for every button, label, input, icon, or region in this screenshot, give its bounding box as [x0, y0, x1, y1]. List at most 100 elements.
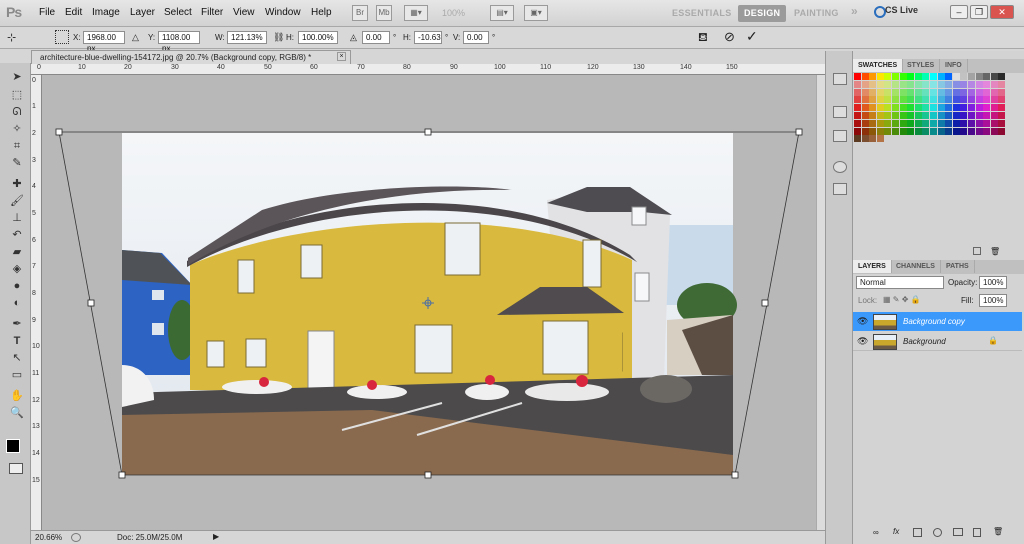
- color-swatch[interactable]: [861, 73, 869, 80]
- marquee-tool-icon[interactable]: ⬚: [9, 87, 25, 103]
- color-swatch[interactable]: [968, 96, 975, 104]
- color-swatch[interactable]: [899, 112, 907, 119]
- width-field[interactable]: 121.13%: [227, 31, 267, 44]
- restore-button[interactable]: ❐: [970, 5, 988, 19]
- visibility-eye-icon[interactable]: 👁: [857, 336, 868, 347]
- color-swatch[interactable]: [975, 127, 983, 135]
- adjustments-panel-icon[interactable]: [833, 161, 847, 173]
- color-swatch[interactable]: [960, 119, 968, 127]
- workspace-design[interactable]: DESIGN: [738, 5, 787, 22]
- x-field[interactable]: 1968.00 px: [83, 31, 125, 53]
- color-swatch[interactable]: [960, 96, 968, 104]
- rotate-field[interactable]: 0.00: [362, 31, 390, 44]
- color-swatch[interactable]: [968, 80, 975, 88]
- color-swatch[interactable]: [861, 119, 869, 127]
- color-swatch[interactable]: [945, 88, 953, 96]
- color-swatch[interactable]: [930, 127, 937, 135]
- clone-stamp-tool-icon[interactable]: ⊥: [9, 210, 25, 226]
- color-swatch[interactable]: [869, 73, 877, 80]
- actions-panel-icon[interactable]: [833, 106, 847, 118]
- color-swatch[interactable]: [899, 127, 907, 135]
- menu-window[interactable]: Window: [265, 7, 301, 18]
- delete-layer-icon[interactable]: 🗑: [993, 527, 1003, 536]
- color-swatch[interactable]: [930, 73, 937, 80]
- color-swatch[interactable]: [884, 88, 892, 96]
- transform-handle-top-left[interactable]: [55, 128, 63, 136]
- color-swatch[interactable]: [983, 127, 991, 135]
- quick-mask-icon[interactable]: [9, 463, 23, 474]
- color-swatch[interactable]: [922, 88, 930, 96]
- color-swatch[interactable]: [869, 80, 877, 88]
- color-swatch[interactable]: [990, 80, 998, 88]
- menu-layer[interactable]: Layer: [130, 7, 155, 18]
- color-swatch[interactable]: [937, 80, 945, 88]
- color-swatch[interactable]: [945, 96, 953, 104]
- eraser-tool-icon[interactable]: ▰: [9, 244, 25, 260]
- color-swatch[interactable]: [907, 127, 915, 135]
- color-swatch[interactable]: [998, 127, 1006, 135]
- history-brush-tool-icon[interactable]: ↶: [9, 227, 25, 243]
- color-swatch[interactable]: [975, 104, 983, 112]
- transform-handle-top[interactable]: [424, 128, 432, 136]
- color-swatch[interactable]: [854, 104, 861, 112]
- color-swatch[interactable]: [930, 112, 937, 119]
- color-swatch[interactable]: [922, 127, 930, 135]
- color-swatch[interactable]: [876, 112, 884, 119]
- quick-select-tool-icon[interactable]: ✧: [9, 121, 25, 137]
- warp-mode-icon[interactable]: ⛾: [698, 30, 708, 46]
- color-swatch[interactable]: [960, 80, 968, 88]
- color-swatch[interactable]: [922, 112, 930, 119]
- color-swatch[interactable]: [861, 112, 869, 119]
- color-swatch[interactable]: [899, 80, 907, 88]
- foreground-color-swatch[interactable]: [6, 439, 20, 453]
- color-swatch[interactable]: [952, 119, 960, 127]
- color-swatch[interactable]: [861, 104, 869, 112]
- opacity-field[interactable]: 100%: [979, 276, 1007, 289]
- zoom-level-select[interactable]: 100%: [442, 8, 465, 18]
- color-swatch[interactable]: [854, 135, 861, 143]
- color-swatch[interactable]: [876, 88, 884, 96]
- color-swatch[interactable]: [914, 96, 922, 104]
- path-select-tool-icon[interactable]: ↖: [9, 350, 25, 366]
- add-mask-icon[interactable]: [913, 528, 922, 537]
- minibridge-button[interactable]: Mb: [376, 5, 392, 21]
- color-swatch[interactable]: [990, 104, 998, 112]
- color-swatch[interactable]: [960, 73, 968, 80]
- color-swatch[interactable]: [952, 73, 960, 80]
- lock-icons[interactable]: ▦ ✎ ✥ 🔒: [883, 295, 921, 304]
- color-swatch[interactable]: [861, 88, 869, 96]
- color-swatch[interactable]: [930, 119, 937, 127]
- color-swatch[interactable]: [968, 119, 975, 127]
- color-swatch[interactable]: [990, 88, 998, 96]
- color-swatch[interactable]: [892, 96, 899, 104]
- fill-field[interactable]: 100%: [979, 294, 1007, 307]
- color-swatch[interactable]: [968, 88, 975, 96]
- transform-handle-right[interactable]: [761, 299, 769, 307]
- transform-handle-bottom-right[interactable]: [731, 471, 739, 479]
- transform-handle-bottom-left[interactable]: [118, 471, 126, 479]
- color-swatch[interactable]: [975, 119, 983, 127]
- color-swatch[interactable]: [945, 73, 953, 80]
- color-swatch[interactable]: [975, 80, 983, 88]
- color-swatch[interactable]: [914, 112, 922, 119]
- color-swatch[interactable]: [960, 88, 968, 96]
- color-swatch[interactable]: [854, 119, 861, 127]
- color-swatch[interactable]: [884, 119, 892, 127]
- color-swatch[interactable]: [854, 112, 861, 119]
- color-swatch[interactable]: [861, 96, 869, 104]
- healing-brush-tool-icon[interactable]: ✚: [9, 176, 25, 192]
- color-swatch[interactable]: [998, 80, 1006, 88]
- visibility-eye-icon[interactable]: 👁: [857, 316, 868, 327]
- color-swatch[interactable]: [960, 112, 968, 119]
- menu-select[interactable]: Select: [164, 7, 192, 18]
- color-swatch[interactable]: [869, 104, 877, 112]
- relative-position-icon[interactable]: △: [132, 32, 139, 43]
- color-swatch[interactable]: [914, 80, 922, 88]
- color-swatch[interactable]: [922, 73, 930, 80]
- color-swatch[interactable]: [983, 73, 991, 80]
- color-swatch[interactable]: [990, 73, 998, 80]
- color-swatch[interactable]: [960, 127, 968, 135]
- color-swatch[interactable]: [945, 127, 953, 135]
- link-layers-icon[interactable]: ∞: [873, 528, 879, 537]
- workspace-essentials[interactable]: ESSENTIALS: [672, 5, 732, 22]
